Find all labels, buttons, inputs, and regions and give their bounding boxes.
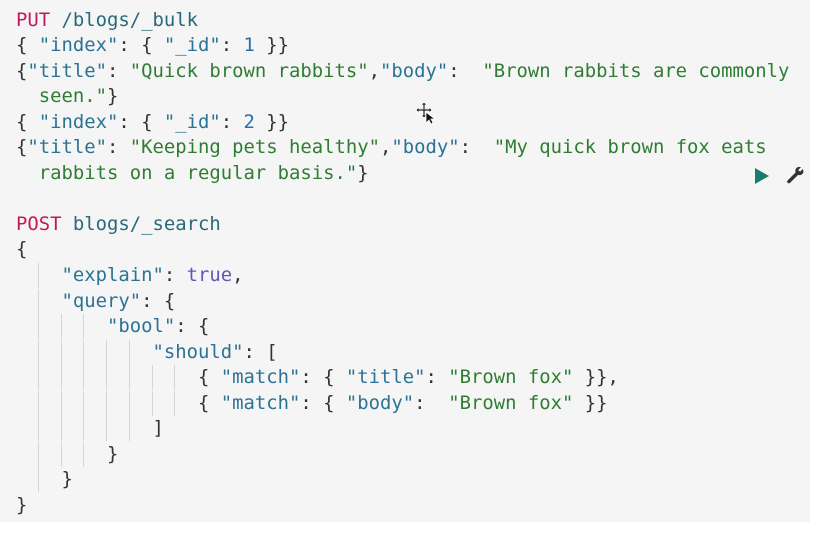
code-line[interactable]: } (16, 467, 73, 492)
token-punc: : (220, 34, 244, 57)
token-punc: : { (118, 110, 164, 133)
token-str: seen." (16, 85, 107, 108)
token-str: "Brown rabbits are commonly (482, 59, 790, 82)
token-punc: } (16, 493, 28, 516)
code-line[interactable]: { "match": { "title": "Brown fox" }}, (16, 365, 619, 390)
token-punc: { (16, 366, 221, 389)
token-num: 2 (243, 110, 255, 133)
token-str: "Keeping pets healthy" (129, 136, 380, 159)
token-key: "index" (38, 34, 119, 57)
token-punc: : { (300, 366, 346, 389)
token-method: PUT (16, 8, 51, 31)
token-punc: : [ (243, 340, 278, 363)
code-line[interactable]: { (16, 237, 27, 262)
token-punc: { (16, 59, 28, 82)
token-key: "body" (345, 391, 415, 414)
token-punc (16, 264, 62, 286)
code-line[interactable]: "explain": true, (16, 263, 244, 288)
play-icon[interactable] (755, 168, 769, 184)
code-line[interactable]: rabbits on a regular basis."} (16, 161, 369, 186)
token-url: blogs/_search (61, 212, 221, 235)
token-punc: { (16, 110, 39, 133)
code-line[interactable]: { "index": { "_id": 1 }} (16, 33, 289, 58)
token-punc: , (232, 264, 244, 286)
code-line[interactable]: {"title": "Keeping pets healthy","body":… (16, 135, 767, 160)
code-line[interactable]: "query": { (16, 289, 176, 314)
token-punc: : (107, 59, 130, 82)
token-punc: } (107, 85, 119, 108)
token-punc (16, 290, 62, 312)
code-line[interactable]: { "match": { "body": "Brown fox" }} (16, 391, 607, 416)
token-str: "Brown fox" (448, 391, 574, 414)
token-punc: : (459, 136, 494, 159)
token-punc: }} (254, 34, 289, 57)
token-str: "My quick brown fox eats (493, 136, 767, 159)
token-punc: { (16, 238, 28, 261)
code-line[interactable]: {"title": "Quick brown rabbits","body": … (16, 59, 789, 84)
token-punc: } (357, 161, 369, 184)
code-line[interactable]: { "index": { "_id": 2 }} (16, 110, 289, 135)
code-line[interactable]: ] (16, 416, 164, 441)
token-punc: : (425, 366, 449, 389)
code-line[interactable]: PUT /blogs/_bulk (16, 8, 198, 33)
token-key: "explain" (61, 264, 164, 286)
token-key: "body" (379, 59, 449, 82)
code-line[interactable]: } (16, 442, 118, 467)
token-punc: : (220, 110, 244, 133)
token-key: "index" (38, 110, 119, 133)
code-line[interactable]: POST blogs/_search (16, 212, 221, 237)
token-punc: : { (300, 391, 346, 414)
token-key: "_id" (163, 110, 221, 133)
token-str: "Quick brown rabbits" (129, 59, 369, 82)
token-url: /blogs/_bulk (50, 8, 198, 31)
token-key: "match" (220, 366, 301, 389)
token-str: "Brown fox" (448, 366, 574, 389)
token-punc: { (16, 391, 221, 414)
token-punc: { (16, 136, 28, 159)
console-editor[interactable]: PUT /blogs/_bulk{ "index": { "_id": 1 }}… (0, 0, 810, 522)
code-line[interactable]: "bool": { (16, 314, 209, 339)
token-key: "body" (391, 136, 460, 159)
token-key: "title" (345, 366, 426, 389)
token-punc: ] (16, 417, 164, 440)
wrench-icon[interactable] (784, 164, 806, 186)
token-punc: }}, (573, 366, 619, 389)
token-punc: } (16, 442, 119, 465)
token-punc: }} (573, 391, 608, 414)
token-punc: } (16, 468, 73, 491)
token-key: "_id" (163, 34, 221, 57)
token-key: "title" (27, 136, 107, 159)
code-line[interactable]: } (16, 493, 27, 518)
token-method: POST (16, 212, 62, 235)
token-punc: : { (175, 315, 210, 338)
token-punc: : (448, 59, 483, 82)
move-cursor-icon (415, 101, 437, 125)
token-punc: , (379, 136, 392, 159)
token-key: "bool" (107, 315, 176, 338)
token-key: "title" (27, 59, 107, 82)
token-punc: : (414, 391, 449, 414)
token-punc: : (163, 264, 187, 286)
token-num: 1 (243, 34, 255, 57)
token-punc: , (368, 59, 380, 82)
token-bool: true (186, 264, 233, 286)
token-key: "match" (220, 391, 301, 414)
token-str: rabbits on a regular basis." (16, 161, 358, 184)
token-key: "query" (61, 289, 142, 312)
token-punc (16, 341, 152, 363)
code-line[interactable]: "should": [ (16, 340, 278, 365)
token-punc: { (16, 34, 39, 57)
token-punc: : (107, 136, 130, 159)
token-punc: }} (254, 110, 289, 133)
code-line[interactable]: seen."} (16, 84, 119, 109)
token-punc: : { (141, 289, 176, 312)
token-key: "should" (152, 340, 244, 363)
token-punc (16, 315, 107, 337)
token-punc: : { (118, 34, 164, 57)
